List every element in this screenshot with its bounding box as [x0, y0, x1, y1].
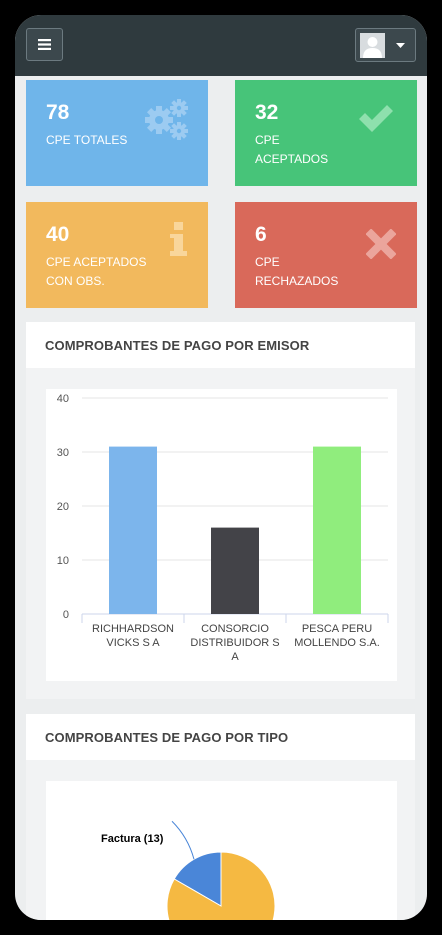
y-tick-label: 30	[57, 447, 69, 459]
tile-cpe-aceptados[interactable]: 32 CPE ACEPTADOS	[235, 80, 417, 186]
tile-cpe-aceptados-obs[interactable]: 40 CPE ACEPTADOS CON OBS.	[26, 202, 208, 308]
y-tick-label: 0	[63, 609, 69, 621]
tile-value: 40	[46, 223, 70, 246]
panel-header: COMPROBANTES DE PAGO POR EMISOR	[26, 322, 415, 368]
x-tick-label: DISTRIBUIDOR S	[190, 637, 279, 649]
info-icon	[170, 222, 187, 256]
panel-por-tipo: COMPROBANTES DE PAGO POR TIPO Factura (1…	[26, 714, 415, 920]
tile-label-line2: RECHAZADOS	[255, 274, 339, 288]
x-tick-label: PESCA PERU	[302, 623, 372, 635]
app-screen: 78 CPE TOTALES 32 CPE ACEPTADOS 40 CPE A…	[15, 15, 427, 920]
tile-value: 32	[255, 101, 279, 124]
x-tick-label: MOLLENDO S.A.	[294, 637, 380, 649]
chart-container: 0 10 20 30 40 RICHHARDSON VICKS S A CONSORCIO DI…	[46, 389, 397, 681]
x-tick-label: CONSORCIO	[201, 623, 269, 635]
pie-chart: Factura (13)	[101, 820, 276, 920]
tile-label: CPE RECHAZADOS	[255, 253, 375, 291]
tile-cpe-rechazados[interactable]: 6 CPE RECHAZADOS	[235, 202, 417, 308]
tile-label-line2: ACEPTADOS	[255, 152, 329, 166]
chart-container: Factura (13)	[46, 781, 397, 920]
tile-label-line1: CPE ACEPTADOS	[46, 255, 147, 269]
pie-connector	[171, 820, 195, 860]
y-tick-label: 20	[57, 501, 69, 513]
x-tick-label: RICHHARDSON	[92, 623, 174, 635]
device-frame: 78 CPE TOTALES 32 CPE ACEPTADOS 40 CPE A…	[0, 0, 442, 935]
gears-icon	[145, 99, 188, 140]
bar	[211, 527, 259, 614]
pie-data-label: Factura (13)	[101, 833, 164, 845]
avatar	[360, 33, 385, 58]
top-navbar	[15, 15, 427, 76]
y-tick-label: 10	[57, 555, 69, 567]
menu-toggle-button[interactable]	[26, 28, 63, 61]
close-icon	[366, 229, 396, 259]
bar-chart: 0 10 20 30 40 RICHHARDSON VICKS S A CONSORCIO DI…	[57, 393, 389, 663]
hamburger-icon	[38, 39, 51, 50]
bar	[109, 446, 157, 614]
user-silhouette-icon	[363, 37, 382, 58]
x-tick-label: A	[231, 651, 239, 663]
tile-cpe-totales[interactable]: 78 CPE TOTALES	[26, 80, 208, 186]
bar	[313, 446, 361, 614]
panel-header: COMPROBANTES DE PAGO POR TIPO	[26, 714, 415, 760]
tile-label-line1: CPE	[255, 255, 280, 269]
tile-label: CPE ACEPTADOS	[255, 131, 375, 169]
panel-title: COMPROBANTES DE PAGO POR TIPO	[45, 730, 289, 745]
x-tick-label: VICKS S A	[106, 637, 160, 649]
panel-title: COMPROBANTES DE PAGO POR EMISOR	[45, 338, 310, 353]
pie-slice	[166, 851, 276, 920]
tile-label: CPE ACEPTADOS CON OBS.	[46, 253, 166, 291]
tile-label-line2: CON OBS.	[46, 274, 105, 288]
chevron-down-icon	[396, 43, 405, 48]
panel-por-emisor: COMPROBANTES DE PAGO POR EMISOR 0 10 20 30 4…	[26, 322, 415, 699]
y-tick-label: 40	[57, 393, 69, 405]
tile-value: 78	[46, 101, 70, 124]
user-menu-button[interactable]	[355, 28, 416, 62]
check-icon	[359, 105, 393, 132]
tile-value: 6	[255, 223, 267, 246]
